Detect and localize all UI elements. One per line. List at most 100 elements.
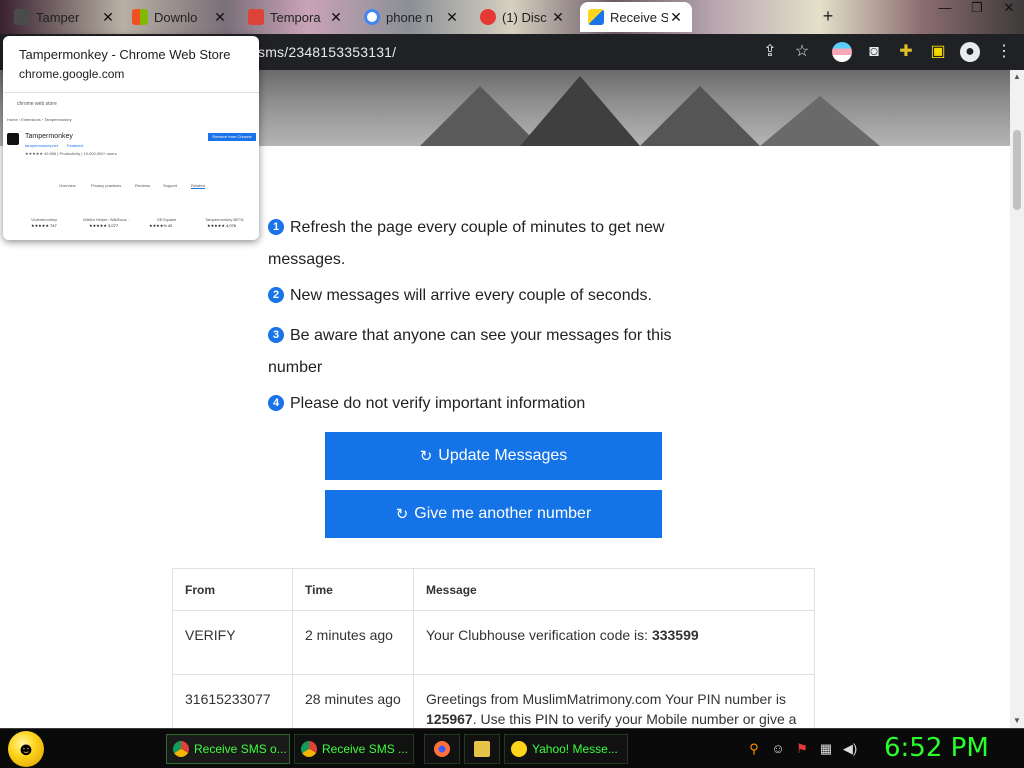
minimize-icon[interactable]: — — [936, 0, 954, 16]
maximize-icon[interactable]: ❐ — [968, 0, 986, 16]
taskbar-item-chrome-1[interactable]: Receive SMS o... — [166, 734, 290, 764]
yahoo-messenger-icon — [511, 741, 527, 757]
message-text: Your Clubhouse verification code is: — [426, 627, 652, 643]
profile-avatar-icon[interactable]: ● — [960, 42, 980, 62]
tab-google-search[interactable]: phone n ✕ — [356, 2, 468, 32]
thumb-nav-support: Support — [163, 183, 178, 188]
close-icon[interactable]: ✕ — [212, 9, 228, 26]
folder-icon — [474, 741, 490, 757]
side-panel-icon[interactable]: ▣ — [928, 42, 948, 62]
instruction-text: Refresh the page every couple of minutes… — [268, 219, 665, 268]
taskbar-item-explorer[interactable] — [464, 734, 500, 764]
tab-label: (1) Disc — [502, 9, 547, 25]
hover-card-title: Tampermonkey - Chrome Web Store — [19, 47, 231, 62]
tab-discord[interactable]: (1) Disc ✕ — [472, 2, 574, 32]
thumb-related-stars: ★★★★½ 42 — [149, 223, 173, 228]
thumb-nav-privacy: Privacy practices — [91, 183, 122, 188]
button-label: Update Messages — [438, 447, 568, 464]
hover-card-domain: chrome.google.com — [19, 67, 125, 81]
close-icon[interactable]: ✕ — [100, 9, 116, 26]
thumb-related-stars: ★★★★★ 747 — [31, 223, 57, 228]
another-number-button[interactable]: ↻ Give me another number — [325, 490, 662, 538]
column-header-from: From — [172, 568, 293, 611]
chrome-icon — [301, 741, 317, 757]
instruction-text: New messages will arrive every couple of… — [290, 287, 652, 304]
vertical-scrollbar[interactable]: ▲ ▼ — [1010, 70, 1024, 728]
network-icon[interactable]: ▦ — [818, 741, 834, 757]
google-icon — [364, 9, 380, 25]
hover-card-thumbnail: chrome web store Home › Extensions › Tam… — [3, 92, 259, 240]
close-icon[interactable]: ✕ — [444, 9, 460, 26]
thumb-featured: Featured — [67, 143, 84, 148]
taskbar-item-firefox[interactable] — [424, 734, 460, 764]
search-icon[interactable]: ⚲ — [746, 741, 762, 757]
hero-mountain — [640, 86, 760, 146]
instruction-text: Be aware that anyone can see your messag… — [268, 327, 672, 376]
column-header-message: Message — [413, 568, 815, 611]
thumb-breadcrumb: Home › Extensions › Tampermonkey — [7, 117, 72, 122]
tab-downloads[interactable]: Downlo ✕ — [124, 2, 236, 32]
instruction-1: 1 Refresh the page every couple of minute… — [268, 212, 688, 276]
share-icon[interactable]: ⇪ — [760, 42, 780, 62]
instruction-4: 4 Please do not verify important informat… — [268, 388, 688, 420]
scroll-up-icon[interactable]: ▲ — [1010, 70, 1024, 84]
url-text[interactable]: sms/2348153353131/ — [258, 44, 396, 60]
table-row: VERIFY 2 minutes ago Your Clubhouse veri… — [172, 610, 815, 675]
close-icon[interactable]: ✕ — [550, 9, 566, 26]
messages-table: From Time Message VERIFY 2 minutes ago Y… — [172, 568, 815, 728]
update-messages-button[interactable]: ↻ Update Messages — [325, 432, 662, 480]
thumb-nav-overview: Overview — [59, 183, 76, 188]
tab-receive-sms[interactable]: Receive S ✕ — [580, 2, 692, 32]
thumb-related-stars: ★★★★★ 4,076 — [207, 223, 237, 228]
tampermonkey-extension-icon[interactable]: ◙ — [864, 42, 884, 62]
thumb-store-label: chrome web store — [17, 101, 57, 107]
thumb-related-name: Wikiful Helper: WikiEsca... — [83, 217, 130, 222]
close-window-icon[interactable]: ✕ — [1000, 0, 1018, 16]
verification-code[interactable]: 125967 — [426, 711, 473, 727]
thumb-ext-name: Tampermonkey — [25, 133, 73, 140]
taskbar-item-label: Receive SMS o... — [194, 742, 287, 756]
volume-icon[interactable]: ◀) — [842, 741, 858, 757]
taskbar-item-label: Receive SMS ... — [322, 742, 409, 756]
message-text: . Use this PIN to verify your Mobile num… — [472, 711, 797, 727]
extensions-puzzle-icon[interactable]: ✚ — [896, 42, 916, 62]
menu-dots-icon[interactable]: ⋮ — [994, 42, 1014, 62]
refresh-icon: ↻ — [419, 448, 433, 465]
number-4-icon: 4 — [268, 395, 284, 411]
system-clock[interactable]: 6:52 PM — [884, 733, 989, 763]
window-controls: — ❐ ✕ — [936, 0, 1018, 16]
chat-tray-icon[interactable]: ☺ — [770, 741, 786, 757]
taskbar-item-chrome-2[interactable]: Receive SMS ... — [294, 734, 414, 764]
cell-message: Your Clubhouse verification code is: 333… — [413, 610, 815, 675]
table-header-row: From Time Message — [172, 568, 815, 611]
receive-sms-icon — [588, 9, 604, 25]
address-bar[interactable]: sms/2348153353131/ — [248, 39, 818, 65]
verification-code[interactable]: 333599 — [652, 627, 699, 643]
tab-label: phone n — [386, 9, 433, 25]
chrome-icon — [173, 741, 189, 757]
thumb-related-name: SEOquake — [157, 217, 177, 222]
tab-label: Receive S — [610, 9, 668, 25]
close-icon[interactable]: ✕ — [668, 9, 684, 26]
thumb-related-stars: ★★★★★ 3,077 — [89, 223, 119, 228]
number-2-icon: 2 — [268, 287, 284, 303]
thumb-ext-site: tampermonkey.net — [25, 143, 58, 148]
action-center-flag-icon[interactable]: ⚑ — [794, 741, 810, 757]
thumb-related-name: Violentmonkey — [31, 217, 58, 222]
tab-tampermonkey[interactable]: Tamper ✕ — [6, 2, 124, 32]
microsoft-icon — [132, 9, 148, 25]
taskbar: ☻ Receive SMS o... Receive SMS ... Yahoo… — [0, 728, 1024, 768]
start-button-smiley-icon[interactable]: ☻ — [8, 731, 44, 767]
number-3-icon: 3 — [268, 327, 284, 343]
close-icon[interactable]: ✕ — [328, 9, 344, 26]
extension-flag-icon[interactable] — [832, 42, 852, 62]
cell-time: 28 minutes ago — [292, 674, 414, 728]
new-tab-button[interactable]: + — [818, 6, 838, 27]
cell-from: VERIFY — [172, 610, 293, 675]
tab-temporary-mail[interactable]: Tempora ✕ — [240, 2, 352, 32]
bookmark-star-icon[interactable]: ☆ — [792, 42, 812, 62]
scrollbar-thumb[interactable] — [1013, 130, 1021, 210]
taskbar-item-yahoo-messenger[interactable]: Yahoo! Messe... — [504, 734, 628, 764]
scroll-down-icon[interactable]: ▼ — [1010, 714, 1024, 728]
instruction-2: 2 New messages will arrive every couple o… — [268, 280, 688, 312]
